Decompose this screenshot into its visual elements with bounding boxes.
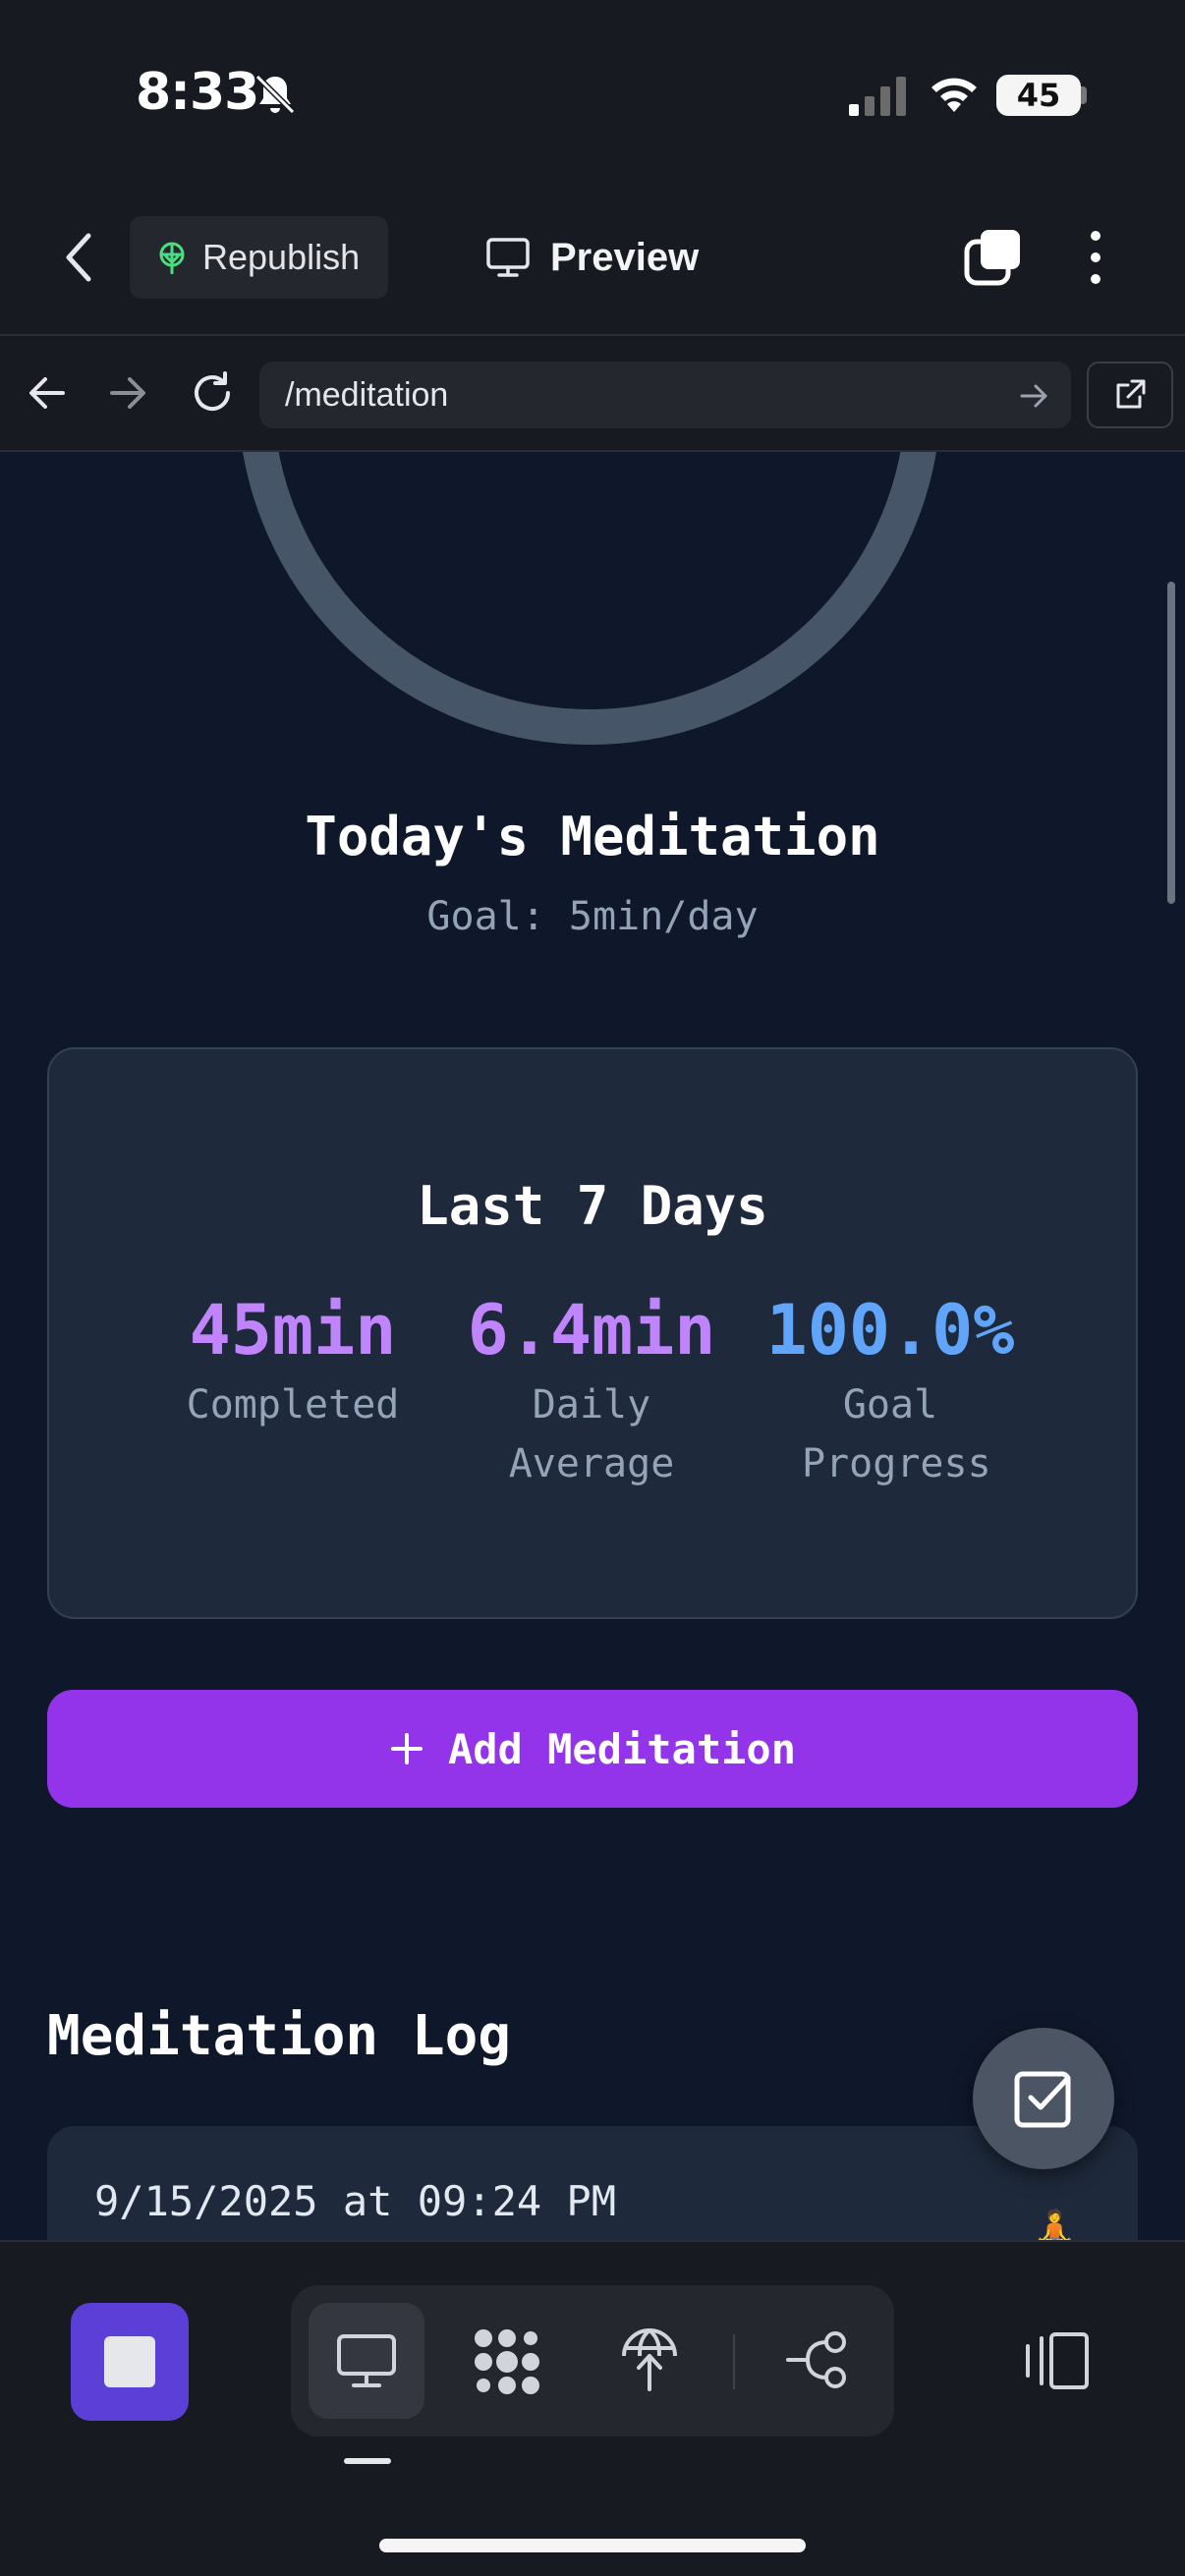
stop-icon xyxy=(104,2336,155,2387)
republish-button[interactable]: Republish xyxy=(130,216,388,299)
dots-grid-icon[interactable] xyxy=(470,2324,544,2399)
daily-goal: Goal: 5min/day xyxy=(426,894,759,939)
battery-nub xyxy=(1081,86,1087,104)
reload-icon[interactable] xyxy=(189,369,236,417)
external-link-icon xyxy=(1116,379,1146,409)
flow-icon[interactable] xyxy=(784,2328,853,2393)
log-title: Meditation Log xyxy=(47,2004,512,2068)
kebab-menu-icon[interactable] xyxy=(1081,228,1110,287)
scrollbar-thumb[interactable] xyxy=(1167,582,1175,904)
browser-address-bar: /meditation xyxy=(0,334,1185,452)
republish-icon xyxy=(159,242,185,274)
card-title: Last 7 Days xyxy=(417,1175,768,1237)
signal-icon xyxy=(849,77,906,116)
stop-button[interactable] xyxy=(71,2303,189,2421)
desktop-icon[interactable] xyxy=(334,2328,399,2393)
panels-icon[interactable] xyxy=(1018,2328,1093,2393)
home-indicator[interactable] xyxy=(379,2539,806,2552)
wifi-icon xyxy=(931,78,977,112)
stat-goal-progress: 100.0% Goal Progress xyxy=(743,1289,1038,1493)
stat-value: 45min xyxy=(189,1290,397,1371)
url-text: /meditation xyxy=(285,375,449,414)
stat-value: 6.4min xyxy=(467,1290,716,1371)
url-input[interactable]: /meditation xyxy=(259,362,1071,428)
arrow-right-icon[interactable] xyxy=(106,371,149,415)
segment-divider xyxy=(733,2334,735,2389)
stat-value: 100.0% xyxy=(765,1290,1015,1371)
bell-slash-icon xyxy=(254,74,296,115)
arrow-left-icon[interactable] xyxy=(26,371,69,415)
today-title: Today's Meditation xyxy=(305,806,880,868)
preview-tab[interactable]: Preview xyxy=(485,228,699,287)
app-header: 8:33 45 Republish Preview xyxy=(0,0,1185,334)
checklist-fab-button[interactable] xyxy=(973,2028,1114,2169)
add-meditation-label: Add Meditation xyxy=(447,1724,796,1773)
back-chevron-icon[interactable] xyxy=(59,228,98,287)
log-entry-date: 9/15/2025 at 09:24 PM xyxy=(94,2177,617,2225)
active-view-indicator xyxy=(344,2458,391,2464)
add-meditation-button[interactable]: Add Meditation xyxy=(47,1690,1138,1808)
stat-daily-average: 6.4min Daily Average xyxy=(444,1289,739,1493)
stat-label: Daily Average xyxy=(508,1382,675,1486)
stat-label: Goal Progress xyxy=(802,1382,991,1486)
monitor-icon xyxy=(486,238,530,277)
app-screen: Today's Meditation Goal: 5min/day Last 7… xyxy=(0,0,1185,2576)
battery-indicator: 45 xyxy=(996,75,1081,116)
stat-completed: 45min Completed xyxy=(145,1289,440,1434)
checklist-icon xyxy=(1014,2071,1071,2128)
plus-icon xyxy=(390,1733,423,1764)
open-external-button[interactable] xyxy=(1087,362,1173,428)
status-time: 8:33 xyxy=(136,63,259,122)
go-arrow-icon[interactable] xyxy=(1018,381,1051,411)
tabs-icon[interactable] xyxy=(963,228,1022,287)
globe-upload-icon[interactable] xyxy=(617,2324,682,2393)
stat-label: Completed xyxy=(186,1382,400,1428)
preview-label: Preview xyxy=(550,235,700,279)
republish-label: Republish xyxy=(202,237,361,277)
